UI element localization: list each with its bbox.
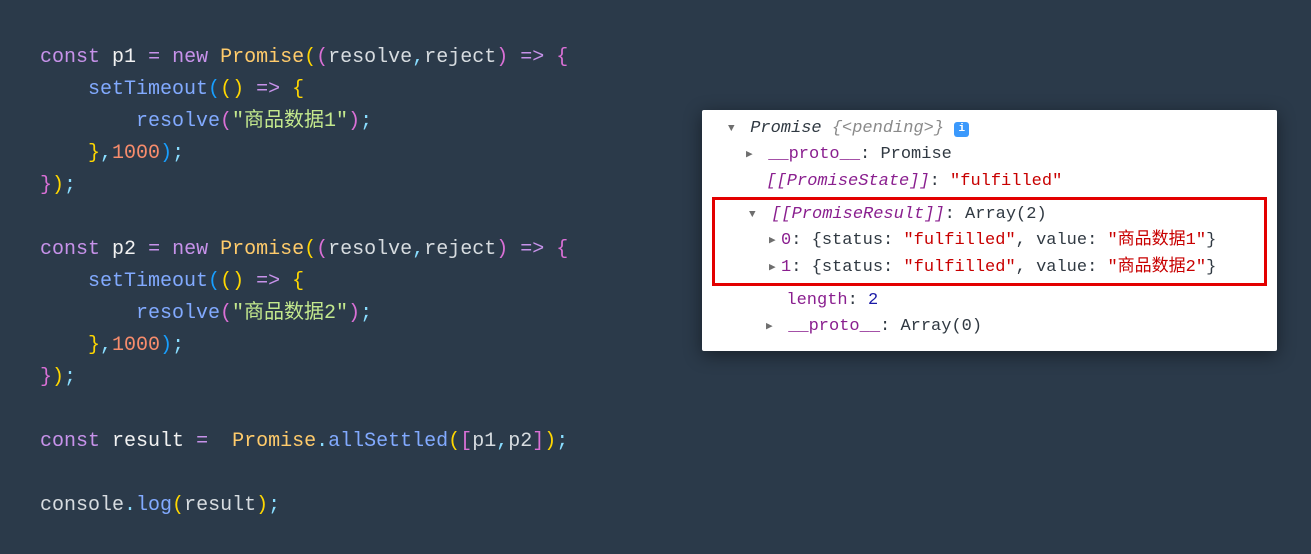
expand-icon[interactable] [769, 260, 781, 277]
code-line-15: console.log(result); [40, 494, 280, 517]
code-line-13: const result = Promise.allSettled([p1,p2… [40, 430, 568, 453]
expand-icon[interactable] [746, 147, 758, 164]
expand-icon[interactable] [728, 121, 740, 138]
array-item-0[interactable]: 0: {status: "fulfilled", value: "商品数据1"} [715, 228, 1264, 254]
code-line-3: resolve("商品数据1"); [40, 110, 372, 133]
promise-state-row: [[PromiseState]]: "fulfilled" [712, 169, 1267, 195]
code-line-9: resolve("商品数据2"); [40, 302, 372, 325]
code-line-11: }); [40, 366, 76, 389]
code-line-1: const p1 = new Promise((resolve,reject) … [40, 46, 568, 69]
object-header[interactable]: Promise {<pending>} i [712, 116, 1267, 142]
code-line-8: setTimeout(() => { [40, 270, 304, 293]
code-line-7: const p2 = new Promise((resolve,reject) … [40, 238, 568, 261]
code-line-4: },1000); [40, 142, 184, 165]
expand-icon[interactable] [749, 207, 761, 224]
info-icon[interactable]: i [954, 122, 969, 137]
proto-array-row[interactable]: __proto__: Array(0) [712, 314, 1267, 340]
expand-icon[interactable] [766, 319, 778, 336]
proto-row[interactable]: __proto__: Promise [712, 142, 1267, 168]
highlight-box: [[PromiseResult]]: Array(2) 0: {status: … [712, 197, 1267, 286]
promise-result-row[interactable]: [[PromiseResult]]: Array(2) [715, 202, 1264, 228]
expand-icon[interactable] [769, 233, 781, 250]
console-object-panel[interactable]: Promise {<pending>} i __proto__: Promise… [702, 110, 1277, 351]
length-row: length: 2 [712, 288, 1267, 314]
code-line-2: setTimeout(() => { [40, 78, 304, 101]
array-item-1[interactable]: 1: {status: "fulfilled", value: "商品数据2"} [715, 255, 1264, 281]
code-line-10: },1000); [40, 334, 184, 357]
code-line-5: }); [40, 174, 76, 197]
